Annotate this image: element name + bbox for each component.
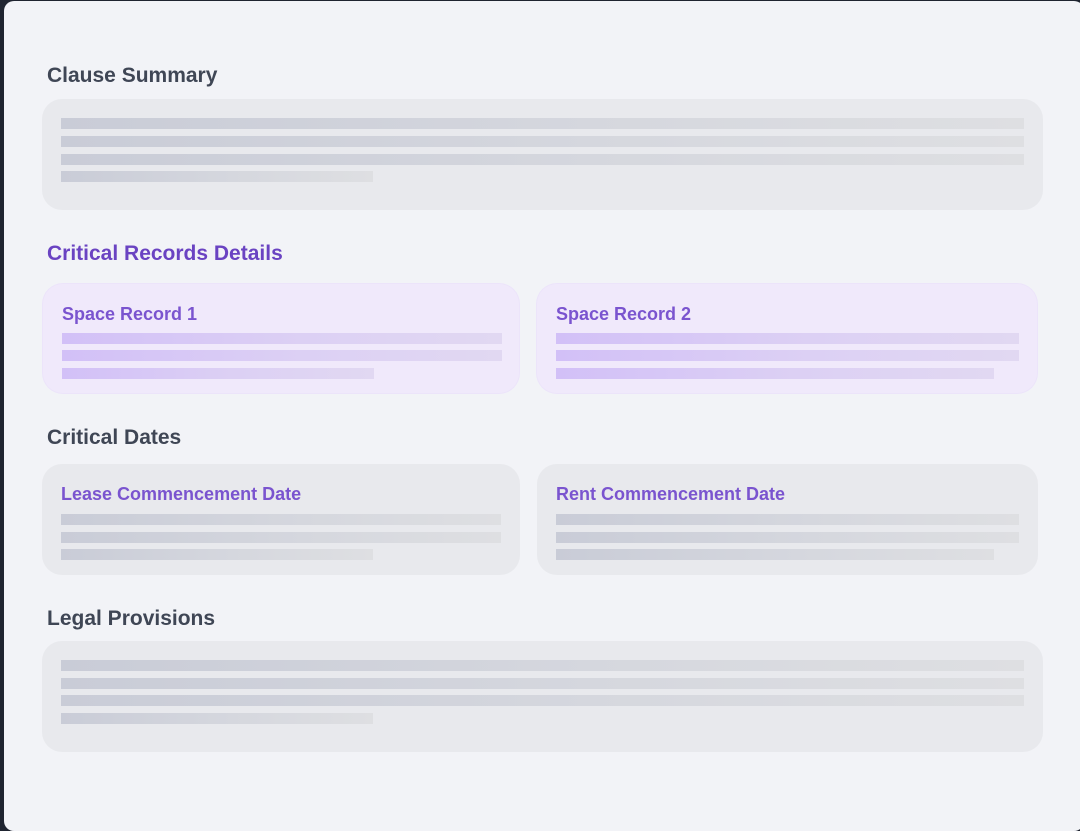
skeleton-line xyxy=(62,368,374,379)
skeleton-line xyxy=(556,350,1019,361)
space-record-title: Space Record 2 xyxy=(556,304,692,324)
skeleton-line xyxy=(61,171,373,182)
skeleton-line xyxy=(61,118,1024,129)
critical-date-card[interactable]: Rent Commencement Date xyxy=(537,464,1038,575)
critical-date-title: Lease Commencement Date xyxy=(61,484,302,504)
space-record-card[interactable]: Space Record 1 xyxy=(43,284,519,393)
skeleton-line xyxy=(61,532,501,543)
skeleton-line xyxy=(556,368,994,379)
clause-summary-heading: Clause Summary xyxy=(47,64,218,87)
skeleton-line xyxy=(61,136,1024,147)
space-record-title: Space Record 1 xyxy=(62,304,198,324)
skeleton-line xyxy=(556,532,1019,543)
critical-date-title: Rent Commencement Date xyxy=(556,484,786,504)
skeleton-line xyxy=(61,154,1024,165)
clause-summary-card xyxy=(42,99,1043,210)
skeleton-line xyxy=(62,333,502,344)
critical-records-heading: Critical Records Details xyxy=(47,242,283,265)
legal-provisions-card xyxy=(42,641,1043,752)
skeleton-line xyxy=(61,549,373,560)
legal-provisions-heading: Legal Provisions xyxy=(47,607,216,630)
skeleton-line xyxy=(61,678,1024,689)
critical-dates-heading: Critical Dates xyxy=(47,426,182,449)
skeleton-line xyxy=(556,333,1019,344)
skeleton-line xyxy=(62,350,502,361)
critical-date-card[interactable]: Lease Commencement Date xyxy=(42,464,520,575)
skeleton-line xyxy=(61,713,373,724)
skeleton-line xyxy=(61,514,501,525)
main-panel: Clause Summary Critical Records Details … xyxy=(4,1,1080,831)
skeleton-line xyxy=(61,660,1024,671)
skeleton-line xyxy=(61,695,1024,706)
space-record-card[interactable]: Space Record 2 xyxy=(537,284,1037,393)
skeleton-line xyxy=(556,549,994,560)
skeleton-line xyxy=(556,514,1019,525)
